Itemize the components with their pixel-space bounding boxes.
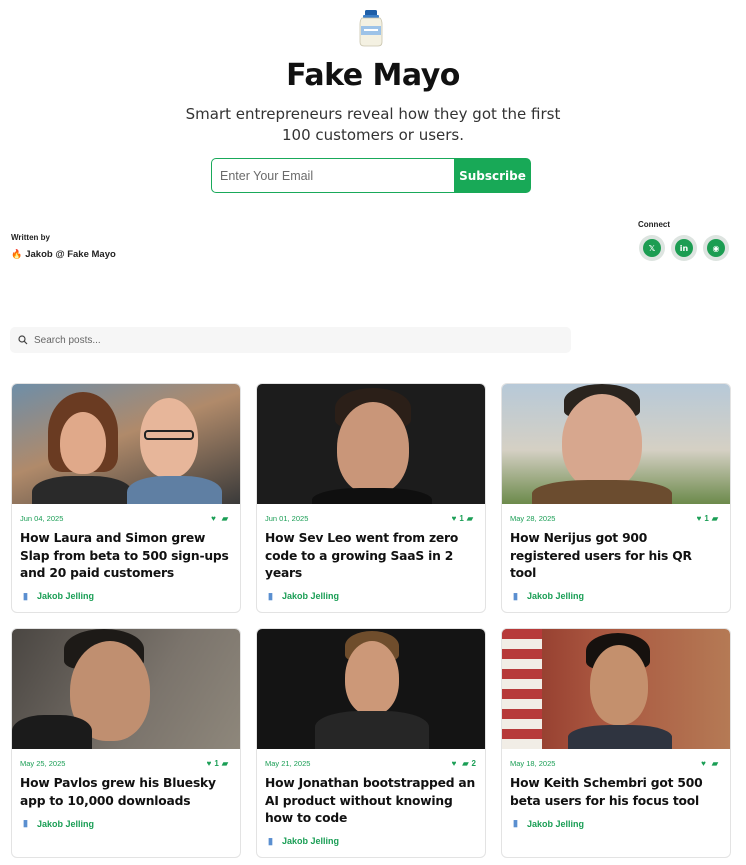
search-input[interactable] (34, 334, 534, 346)
post-grid: Jun 04, 2025 ♥ ▰ How Laura and Simon gre… (11, 383, 731, 858)
comment-icon[interactable]: ▰ (222, 759, 228, 768)
post-card[interactable]: May 18, 2025 ♥ ▰ How Keith Schembri got … (501, 628, 731, 858)
post-title[interactable]: How Sev Leo went from zero code to a gro… (265, 530, 476, 583)
search-icon (18, 335, 28, 345)
mayo-jar-icon (359, 10, 383, 47)
post-card[interactable]: May 21, 2025 ♥ ▰ 2 How Jonathan bootstrap… (256, 628, 486, 858)
post-author[interactable]: Jakob Jelling (37, 819, 94, 829)
mayo-jar-icon: ▮ (513, 818, 518, 828)
mayo-jar-icon: ▮ (513, 590, 518, 601)
post-card[interactable]: May 25, 2025 ♥ 1 ▰ How Pavlos grew his Bl… (11, 628, 241, 858)
search-bar (10, 327, 571, 353)
post-author[interactable]: Jakob Jelling (527, 591, 584, 601)
post-card[interactable]: Jun 01, 2025 ♥ 1 ▰ How Sev Leo went from … (256, 383, 486, 613)
post-date: May 18, 2025 (510, 758, 556, 768)
post-author[interactable]: Jakob Jelling (527, 819, 584, 829)
post-date: Jun 01, 2025 (265, 513, 309, 523)
post-card[interactable]: May 28, 2025 ♥ 1 ▰ How Nerijus got 900 re… (501, 383, 731, 613)
connect-label: Connect (638, 220, 670, 229)
post-date: Jun 04, 2025 (20, 513, 64, 523)
mayo-jar-icon: ▮ (268, 835, 273, 846)
post-author[interactable]: Jakob Jelling (282, 591, 339, 601)
like-count: 1 (704, 513, 709, 523)
x-icon: 𝕏 (643, 239, 661, 257)
mayo-jar-icon: ▮ (23, 818, 28, 828)
post-date: May 21, 2025 (265, 758, 311, 768)
comment-icon[interactable]: ▰ (712, 514, 718, 523)
rss-link[interactable]: ◉ (703, 235, 729, 261)
comment-icon[interactable]: ▰ (462, 759, 468, 768)
comment-icon[interactable]: ▰ (222, 514, 228, 523)
comment-count: 2 (471, 758, 476, 768)
post-image (257, 384, 485, 504)
post-author[interactable]: Jakob Jelling (37, 591, 94, 601)
mayo-jar-icon: ▮ (268, 590, 273, 601)
subscribe-form: Subscribe (211, 158, 531, 193)
post-title[interactable]: How Pavlos grew his Bluesky app to 10,00… (20, 775, 231, 810)
post-image (502, 384, 730, 504)
comment-icon[interactable]: ▰ (467, 514, 473, 523)
post-image (257, 629, 485, 749)
post-image (12, 384, 240, 504)
post-card[interactable]: Jun 04, 2025 ♥ ▰ How Laura and Simon gre… (11, 383, 241, 613)
email-input[interactable] (211, 158, 454, 193)
site-tagline: Smart entrepreneurs reveal how they got … (185, 105, 561, 144)
author-name: Jakob @ Fake Mayo (25, 249, 116, 260)
site-title: Fake Mayo (286, 58, 460, 93)
post-title[interactable]: How Jonathan bootstrapped an AI product … (265, 775, 476, 828)
linkedin-icon: in (675, 239, 693, 257)
post-title[interactable]: How Keith Schembri got 500 beta users fo… (510, 775, 721, 810)
rss-icon: ◉ (707, 239, 725, 257)
like-count: 1 (459, 513, 464, 523)
heart-icon[interactable]: ♥ (207, 759, 212, 768)
heart-icon[interactable]: ♥ (211, 514, 216, 523)
post-date: May 25, 2025 (20, 758, 66, 768)
author-link[interactable]: 🔥 Jakob @ Fake Mayo (11, 249, 116, 260)
written-by-label: Written by (11, 233, 50, 242)
post-title[interactable]: How Nerijus got 900 registered users for… (510, 530, 721, 583)
post-image (12, 629, 240, 749)
mayo-jar-icon: ▮ (23, 590, 28, 601)
flame-icon: 🔥 (11, 249, 23, 259)
post-image (502, 629, 730, 749)
linkedin-link[interactable]: in (671, 235, 697, 261)
like-count: 1 (214, 758, 219, 768)
post-date: May 28, 2025 (510, 513, 556, 523)
post-title[interactable]: How Laura and Simon grew Slap from beta … (20, 530, 231, 583)
comment-icon[interactable]: ▰ (712, 759, 718, 768)
heart-icon[interactable]: ♥ (701, 759, 706, 768)
post-author[interactable]: Jakob Jelling (282, 836, 339, 846)
heart-icon[interactable]: ♥ (452, 514, 457, 523)
subscribe-button[interactable]: Subscribe (454, 158, 531, 193)
x-link[interactable]: 𝕏 (639, 235, 665, 261)
heart-icon[interactable]: ♥ (697, 514, 702, 523)
heart-icon[interactable]: ♥ (452, 759, 457, 768)
